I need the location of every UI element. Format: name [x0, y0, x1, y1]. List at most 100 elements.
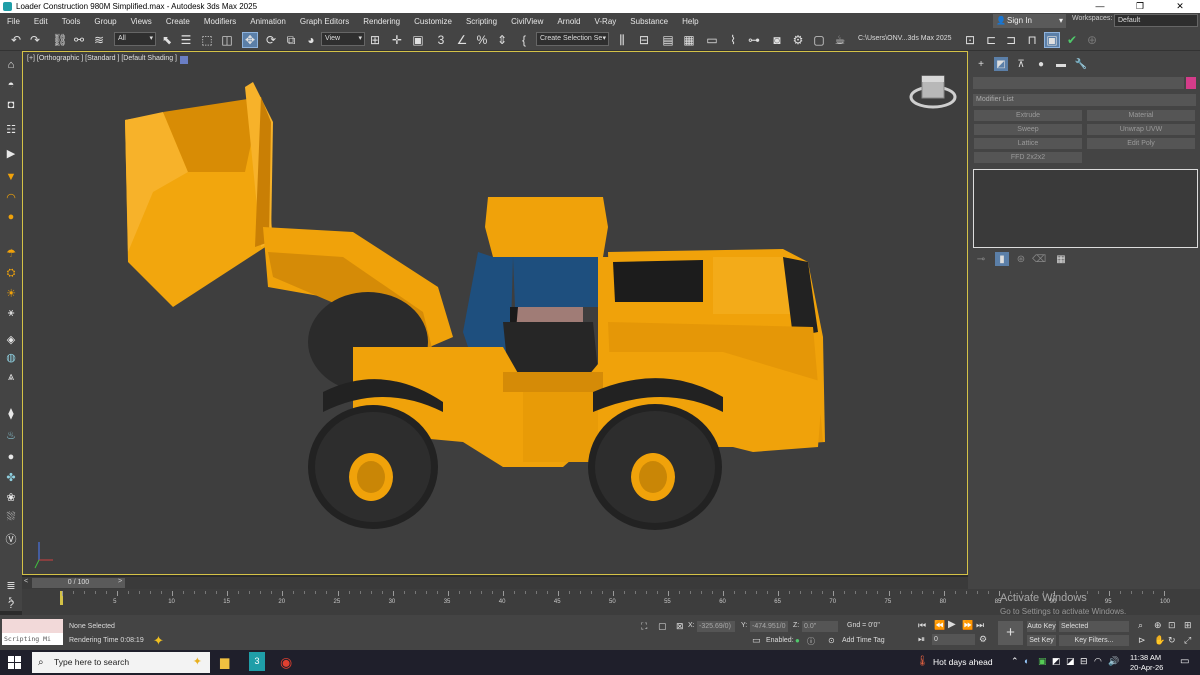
- project-path[interactable]: C:\Users\ONV...3ds Max 2025: [858, 35, 952, 42]
- unlink-icon[interactable]: ⚯: [71, 32, 87, 48]
- menu-help[interactable]: Help: [675, 17, 705, 26]
- time-tag-icon[interactable]: ▭: [752, 635, 761, 646]
- project-folder-icon[interactable]: ⊡: [962, 32, 978, 48]
- set-key-big-button[interactable]: +: [998, 621, 1023, 645]
- rectangular-selection-icon[interactable]: ⬚: [199, 32, 215, 48]
- teapot-icon[interactable]: ●: [3, 449, 19, 465]
- sun-icon[interactable]: ☀: [3, 285, 19, 301]
- weather-text[interactable]: Hot days ahead: [933, 657, 993, 667]
- viewcube-icon[interactable]: [909, 75, 957, 109]
- previous-frame-icon[interactable]: ⏪: [934, 620, 945, 631]
- remove-modifier-icon[interactable]: ⌫: [1032, 252, 1046, 266]
- percent-snap-icon[interactable]: %: [474, 32, 490, 48]
- mini-curve-editor-icon[interactable]: ↖: [8, 595, 15, 604]
- utilities-tab-icon[interactable]: 🔧: [1074, 57, 1088, 71]
- volume-icon[interactable]: 🔊: [1108, 656, 1119, 667]
- slider-prev-icon[interactable]: <: [24, 578, 28, 585]
- edit-named-selection-icon[interactable]: {: [516, 32, 532, 48]
- time-config-icon[interactable]: ⚙: [979, 634, 987, 645]
- modifier-list-dropdown[interactable]: Modifier List: [973, 94, 1196, 106]
- menu-arnold[interactable]: Arnold: [550, 17, 587, 26]
- modifier-stack[interactable]: [973, 169, 1198, 248]
- pivot-center-icon[interactable]: ⊞: [367, 32, 383, 48]
- camera-icon[interactable]: ◘: [3, 97, 19, 113]
- lattice-button[interactable]: Lattice: [974, 138, 1082, 149]
- select-and-rotate-icon[interactable]: ⟳: [263, 32, 279, 48]
- material-button[interactable]: Material: [1087, 110, 1195, 121]
- shape-icon[interactable]: ◓: [3, 77, 19, 93]
- zoom-icon[interactable]: ⌕: [1138, 620, 1143, 631]
- ffd-button[interactable]: FFD 2x2x2: [974, 152, 1082, 163]
- zoom-extents-all-icon[interactable]: ⊞: [1184, 620, 1192, 631]
- ribbon-toggle-icon[interactable]: ▭: [704, 32, 720, 48]
- set-key-button[interactable]: Set Key: [1027, 635, 1056, 646]
- maximize-button[interactable]: ❐: [1120, 0, 1160, 13]
- container-icon[interactable]: ⊓: [1024, 32, 1040, 48]
- key-mode-dropdown[interactable]: Selected: [1059, 621, 1129, 632]
- menu-tools[interactable]: Tools: [55, 17, 88, 26]
- select-and-move-icon[interactable]: ✥: [242, 32, 258, 48]
- mirror-icon[interactable]: ⫼: [614, 32, 630, 48]
- link-icon[interactable]: ⛓: [52, 32, 68, 48]
- render-setup-icon[interactable]: ⚙: [790, 32, 806, 48]
- info-icon[interactable]: ⓘ: [807, 636, 815, 647]
- bind-spacewarp-icon[interactable]: ≋: [91, 32, 107, 48]
- minimize-button[interactable]: —: [1080, 0, 1120, 13]
- object-color-swatch[interactable]: [1186, 77, 1196, 89]
- menu-rendering[interactable]: Rendering: [356, 17, 407, 26]
- spotlight-icon[interactable]: ☂: [3, 245, 19, 261]
- arnold-check-icon[interactable]: ✔: [1064, 32, 1080, 48]
- clock-date[interactable]: 20-Apr-26: [1130, 663, 1163, 672]
- cloth-icon[interactable]: ⛆: [3, 509, 19, 525]
- pan-view-icon[interactable]: ✋: [1154, 635, 1165, 646]
- layer-explorer-icon[interactable]: ▦: [681, 32, 697, 48]
- edit-poly-button[interactable]: Edit Poly: [1087, 138, 1195, 149]
- lamp-icon[interactable]: ▼: [3, 169, 19, 185]
- menu-views[interactable]: Views: [124, 17, 159, 26]
- perspective-viewport[interactable]: [+] [Orthographic ] [Standard ] [Default…: [22, 51, 968, 575]
- zoom-extents-icon[interactable]: ⊡: [1168, 620, 1176, 631]
- menu-lines-icon[interactable]: ≣: [3, 577, 19, 593]
- maximize-viewport-icon[interactable]: ⤢: [1184, 635, 1191, 646]
- configure-sets-icon[interactable]: ▦: [1054, 252, 1068, 266]
- time-slider-thumb[interactable]: 0 / 100: [32, 578, 125, 588]
- hair-icon[interactable]: ❀: [3, 489, 19, 505]
- list-icon[interactable]: ☷: [3, 121, 19, 137]
- viewport-layout-icon[interactable]: ▣: [1044, 32, 1060, 48]
- hierarchy-tab-icon[interactable]: ⊼: [1014, 57, 1028, 71]
- auto-key-button[interactable]: Auto Key: [1027, 621, 1056, 632]
- video-camera-icon[interactable]: ▶: [3, 145, 19, 161]
- select-by-name-icon[interactable]: ☰: [178, 32, 194, 48]
- file-explorer-icon[interactable]: ▆: [220, 655, 229, 669]
- select-and-place-icon[interactable]: ◕: [303, 32, 319, 48]
- snaps-toggle-icon[interactable]: 3: [433, 32, 449, 48]
- modify-tab-icon[interactable]: ◩: [994, 57, 1008, 71]
- display-tab-icon[interactable]: ▬: [1054, 57, 1068, 71]
- menu-substance[interactable]: Substance: [623, 17, 675, 26]
- material-editor-icon[interactable]: ◙: [769, 32, 785, 48]
- export-icon[interactable]: ⊐: [1003, 32, 1019, 48]
- maxscript-listener[interactable]: [2, 619, 63, 633]
- key-mode-icon[interactable]: ⏯: [918, 634, 925, 645]
- windows-start-icon[interactable]: [8, 656, 21, 669]
- reference-coordinate-dropdown[interactable]: View: [321, 32, 365, 46]
- next-frame-icon[interactable]: ⏩: [962, 620, 973, 631]
- isolate-icon[interactable]: ⛶: [641, 621, 647, 632]
- dome-icon[interactable]: ◠: [3, 189, 19, 205]
- current-frame-field[interactable]: 0: [932, 634, 975, 645]
- enabled-toggle-icon[interactable]: ●: [795, 636, 800, 645]
- z-coordinate-field[interactable]: 0.0": [802, 621, 838, 632]
- menu-create[interactable]: Create: [159, 17, 197, 26]
- absolute-mode-icon[interactable]: ⊠: [676, 621, 684, 632]
- y-coordinate-field[interactable]: -474.951/0: [750, 621, 788, 632]
- create-tab-icon[interactable]: +: [974, 57, 988, 71]
- tray-app4-icon[interactable]: ◪: [1066, 656, 1075, 667]
- lock-selection-icon[interactable]: ▢: [658, 621, 667, 632]
- select-object-icon[interactable]: ⬉: [159, 32, 175, 48]
- menu-civilview[interactable]: CivilView: [504, 17, 550, 26]
- go-to-end-icon[interactable]: ⏭: [976, 620, 984, 631]
- add-time-tag-icon[interactable]: ⊙: [828, 636, 835, 645]
- sphere-light-icon[interactable]: ●: [3, 209, 19, 225]
- sweep-button[interactable]: Sweep: [974, 124, 1082, 135]
- add-time-tag[interactable]: Add Time Tag: [842, 637, 885, 644]
